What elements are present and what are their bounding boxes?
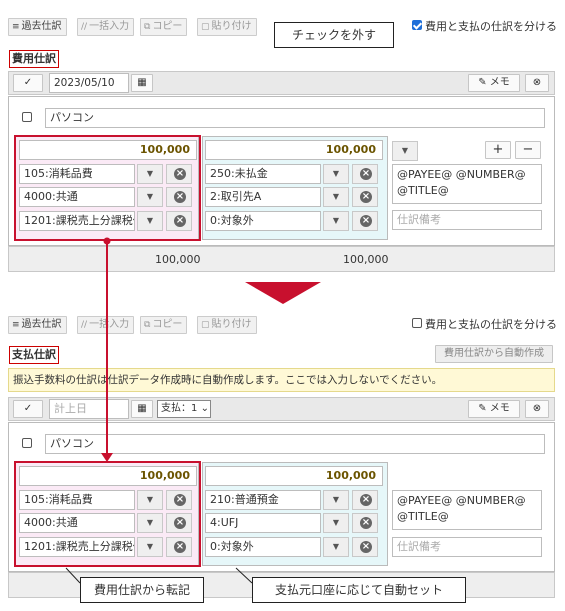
callout-auto-set: 支払元口座に応じて自動セット — [252, 577, 466, 603]
transfer-arrow — [65, 237, 253, 584]
callout-transfer: 費用仕訳から転記 — [80, 577, 204, 603]
